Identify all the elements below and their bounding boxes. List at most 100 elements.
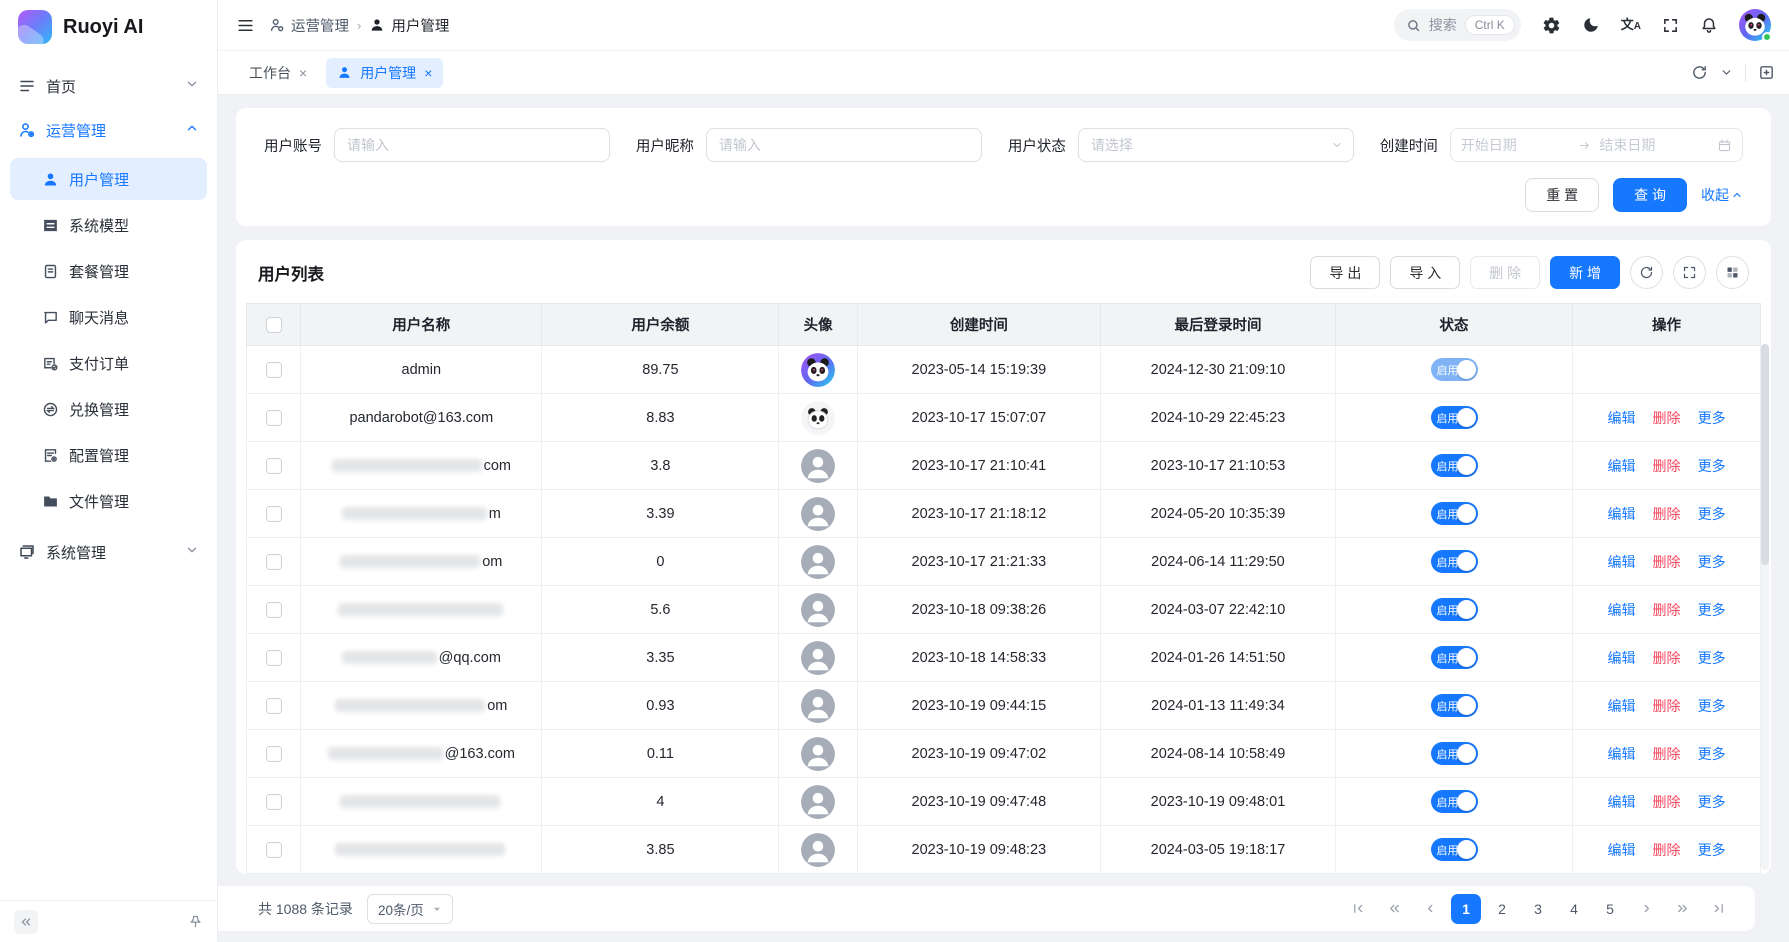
edit-link[interactable]: 编辑 [1608,458,1636,474]
select-all-checkbox[interactable] [266,317,282,333]
page-number-2[interactable]: 2 [1487,894,1517,924]
delete-link[interactable]: 删除 [1653,650,1681,666]
delete-link[interactable]: 删除 [1653,602,1681,618]
edit-link[interactable]: 编辑 [1608,698,1636,714]
more-link[interactable]: 更多 [1698,410,1726,426]
bell-icon[interactable] [1700,16,1718,34]
close-icon[interactable]: × [299,65,307,81]
more-link[interactable]: 更多 [1698,506,1726,522]
fullscreen-icon[interactable] [1662,17,1679,34]
sidebar-item-chat-messages[interactable]: 聊天消息 [10,296,207,338]
delete-link[interactable]: 删除 [1653,794,1681,810]
account-input[interactable] [334,128,610,162]
status-toggle[interactable]: 启用 [1431,598,1478,621]
edit-link[interactable]: 编辑 [1608,650,1636,666]
next-group-button[interactable] [1667,894,1697,924]
sidebar-item-home[interactable]: 首页 [8,64,209,108]
refresh-table-icon[interactable] [1630,256,1663,289]
brand[interactable]: Ruoyi AI [0,0,217,54]
row-checkbox[interactable] [266,410,282,426]
status-toggle[interactable]: 启用 [1431,502,1478,525]
gear-icon[interactable] [1542,16,1561,35]
row-checkbox[interactable] [266,842,282,858]
expand-content-icon[interactable] [1758,64,1775,81]
status-toggle[interactable]: 启用 [1431,646,1478,669]
delete-link[interactable]: 删除 [1653,698,1681,714]
more-link[interactable]: 更多 [1698,458,1726,474]
sidebar-item-system-management[interactable]: 系统管理 [8,530,209,574]
prev-group-button[interactable] [1379,894,1409,924]
sidebar-item-system-models[interactable]: 系统模型 [10,204,207,246]
tab-workbench[interactable]: 工作台 × [238,58,318,88]
date-range-picker[interactable]: 开始日期 结束日期 [1450,128,1743,162]
more-link[interactable]: 更多 [1698,650,1726,666]
row-checkbox[interactable] [266,362,282,378]
last-page-button[interactable] [1703,894,1733,924]
page-number-5[interactable]: 5 [1595,894,1625,924]
status-toggle[interactable]: 启用 [1431,694,1478,717]
close-icon[interactable]: × [424,65,432,81]
edit-link[interactable]: 编辑 [1608,842,1636,858]
status-toggle[interactable]: 启用 [1431,838,1478,861]
delete-button[interactable]: 删 除 [1470,256,1540,289]
delete-link[interactable]: 删除 [1653,746,1681,762]
breadcrumb-operations[interactable]: 运营管理 [269,15,349,36]
row-checkbox[interactable] [266,506,282,522]
add-button[interactable]: 新 增 [1550,256,1620,289]
dark-mode-moon-icon[interactable] [1582,16,1600,34]
table-scrollbar[interactable] [1761,344,1769,870]
sidebar-item-user-management[interactable]: 用户管理 [10,158,207,200]
more-link[interactable]: 更多 [1698,842,1726,858]
user-avatar[interactable] [1739,9,1771,41]
global-search[interactable]: 搜索 Ctrl K [1394,9,1521,41]
scrollbar-thumb[interactable] [1761,344,1769,565]
delete-link[interactable]: 删除 [1653,458,1681,474]
status-toggle[interactable]: 启用 [1431,454,1478,477]
status-toggle[interactable]: 启用 [1431,790,1478,813]
next-page-button[interactable] [1631,894,1661,924]
tab-user-management[interactable]: 用户管理 × [326,58,443,88]
delete-link[interactable]: 删除 [1653,410,1681,426]
collapse-sidebar-button[interactable] [14,910,38,934]
translate-icon[interactable]: 文A [1621,18,1641,32]
row-checkbox[interactable] [266,554,282,570]
sidebar-item-package-management[interactable]: 套餐管理 [10,250,207,292]
row-checkbox[interactable] [266,458,282,474]
delete-link[interactable]: 删除 [1653,506,1681,522]
hamburger-icon[interactable] [236,16,255,35]
more-link[interactable]: 更多 [1698,554,1726,570]
sidebar-item-redeem-management[interactable]: 兑换管理 [10,388,207,430]
delete-link[interactable]: 删除 [1653,842,1681,858]
edit-link[interactable]: 编辑 [1608,794,1636,810]
column-settings-icon[interactable] [1716,256,1749,289]
edit-link[interactable]: 编辑 [1608,602,1636,618]
reset-button[interactable]: 重 置 [1525,178,1599,212]
status-toggle[interactable]: 启用 [1431,358,1478,381]
export-button[interactable]: 导 出 [1310,256,1380,289]
collapse-filters-link[interactable]: 收起 [1701,185,1743,205]
row-checkbox[interactable] [266,650,282,666]
breadcrumb-user-management[interactable]: 用户管理 [369,15,449,36]
edit-link[interactable]: 编辑 [1608,506,1636,522]
first-page-button[interactable] [1343,894,1373,924]
status-toggle[interactable]: 启用 [1431,742,1478,765]
fullscreen-table-icon[interactable] [1673,256,1706,289]
edit-link[interactable]: 编辑 [1608,410,1636,426]
edit-link[interactable]: 编辑 [1608,554,1636,570]
import-button[interactable]: 导 入 [1390,256,1460,289]
row-checkbox[interactable] [266,746,282,762]
page-number-1[interactable]: 1 [1451,894,1481,924]
chevron-down-icon[interactable] [1720,66,1733,79]
page-number-4[interactable]: 4 [1559,894,1589,924]
nickname-input[interactable] [706,128,982,162]
pin-icon[interactable] [188,914,203,929]
status-toggle[interactable]: 启用 [1431,406,1478,429]
page-size-select[interactable]: 20条/页 [367,894,453,924]
sidebar-item-file-management[interactable]: 文件管理 [10,480,207,522]
sidebar-item-config-management[interactable]: 配置管理 [10,434,207,476]
more-link[interactable]: 更多 [1698,746,1726,762]
refresh-icon[interactable] [1691,64,1708,81]
status-select[interactable]: 请选择 [1078,128,1354,162]
edit-link[interactable]: 编辑 [1608,746,1636,762]
status-toggle[interactable]: 启用 [1431,550,1478,573]
